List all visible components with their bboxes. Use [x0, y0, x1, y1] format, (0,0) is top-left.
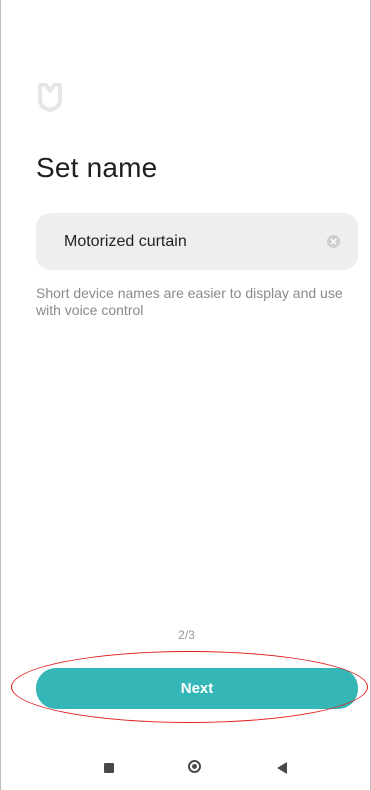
triangle-back-icon[interactable] [277, 762, 287, 774]
clear-icon[interactable] [327, 235, 340, 248]
square-recents-icon[interactable] [104, 763, 114, 773]
device-name-field [36, 213, 358, 270]
next-button[interactable]: Next [36, 668, 358, 709]
device-name-input[interactable] [36, 213, 358, 270]
name-hint-text: Short device names are easier to display… [36, 285, 343, 318]
set-name-screen: Set name Short device names are easier t… [0, 0, 371, 790]
system-nav-bar [1, 745, 371, 785]
circle-home-icon[interactable] [188, 760, 201, 773]
step-indicator: 2/3 [178, 628, 195, 642]
mi-home-logo-icon [37, 82, 63, 112]
page-title: Set name [36, 152, 158, 183]
